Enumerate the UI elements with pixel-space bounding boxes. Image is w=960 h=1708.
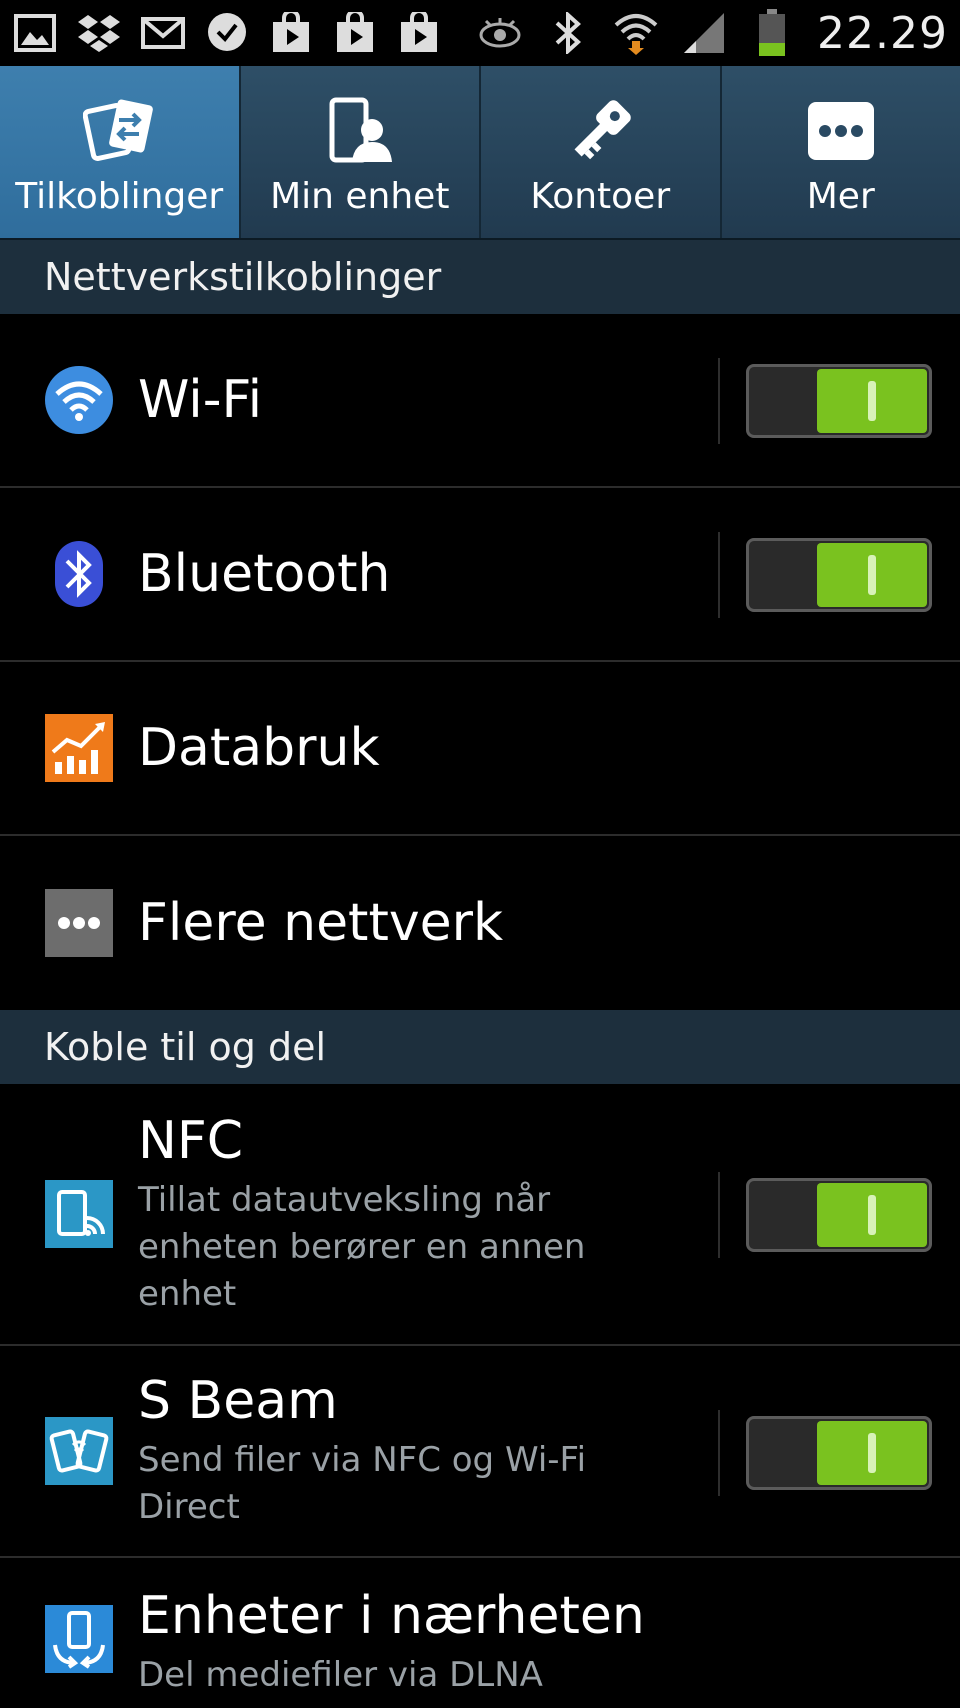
divider	[718, 1410, 720, 1496]
nearby-devices-icon	[44, 1604, 114, 1674]
more-networks-icon	[44, 888, 114, 958]
key-icon	[563, 94, 637, 168]
list-item-nfc[interactable]: NFC Tillat datautveksling når enheten be…	[0, 1084, 960, 1346]
data-usage-icon	[44, 713, 114, 783]
bluetooth-icon	[545, 10, 591, 56]
tab-label: Kontoer	[530, 175, 671, 217]
item-title: Enheter i nærheten	[138, 1586, 645, 1646]
divider	[718, 532, 720, 618]
signal-icon	[681, 10, 727, 56]
s-beam-toggle[interactable]	[746, 1416, 932, 1490]
gallery-icon	[12, 10, 58, 56]
item-title: S Beam	[138, 1371, 338, 1431]
item-subtitle: Tillat datautveksling når enheten berøre…	[138, 1179, 586, 1314]
tab-label: Tilkoblinger	[15, 175, 224, 217]
tab-min-enhet[interactable]: Min enhet	[241, 66, 481, 238]
section-header-network: Nettverkstilkoblinger	[0, 240, 960, 314]
tab-label: Min enhet	[270, 175, 450, 217]
nfc-toggle[interactable]	[746, 1178, 932, 1252]
list-item-flere-nettverk[interactable]: Flere nettverk	[0, 836, 960, 1010]
connections-icon	[82, 94, 156, 168]
tab-tilkoblinger[interactable]: Tilkoblinger	[0, 66, 241, 238]
dropbox-icon	[76, 10, 122, 56]
wifi-icon	[44, 365, 114, 435]
list-item-enheter-i-naerheten[interactable]: Enheter i nærheten Del mediefiler via DL…	[0, 1558, 960, 1708]
bluetooth-toggle[interactable]	[746, 538, 932, 612]
play-store-icon	[332, 10, 378, 56]
nfc-icon	[44, 1179, 114, 1249]
play-store-icon	[268, 10, 314, 56]
list-item-s-beam[interactable]: S Beam Send filer via NFC og Wi-Fi Direc…	[0, 1346, 960, 1558]
item-title: Flere nettverk	[138, 893, 504, 953]
eye-icon	[477, 10, 523, 56]
gmail-icon	[140, 10, 186, 56]
tab-mer[interactable]: Mer	[722, 66, 960, 238]
my-device-icon	[323, 94, 397, 168]
bluetooth-icon	[44, 539, 114, 609]
messenger-icon	[204, 10, 250, 56]
wifi-toggle[interactable]	[746, 364, 932, 438]
list-item-databruk[interactable]: Databruk	[0, 662, 960, 836]
divider	[718, 358, 720, 444]
list-item-bluetooth[interactable]: Bluetooth	[0, 488, 960, 662]
play-store-icon	[396, 10, 442, 56]
settings-tabs: Tilkoblinger Min enhet Kontoer Mer	[0, 66, 960, 240]
wifi-icon	[613, 10, 659, 56]
item-title: Databruk	[138, 718, 380, 778]
s-beam-icon	[44, 1416, 114, 1486]
clock: 22.29	[817, 7, 948, 59]
item-subtitle: Send filer via NFC og Wi-Fi Direct	[138, 1440, 587, 1527]
list-item-wifi[interactable]: Wi-Fi	[0, 314, 960, 488]
tab-kontoer[interactable]: Kontoer	[481, 66, 722, 238]
tab-label: Mer	[806, 175, 875, 217]
battery-icon	[749, 9, 795, 56]
status-bar: 22.29	[0, 0, 960, 66]
divider	[718, 1172, 720, 1258]
more-icon	[804, 94, 878, 168]
item-subtitle: Del mediefiler via DLNA	[138, 1655, 543, 1695]
section-header-connect-share: Koble til og del	[0, 1010, 960, 1084]
item-title: NFC	[138, 1110, 244, 1171]
